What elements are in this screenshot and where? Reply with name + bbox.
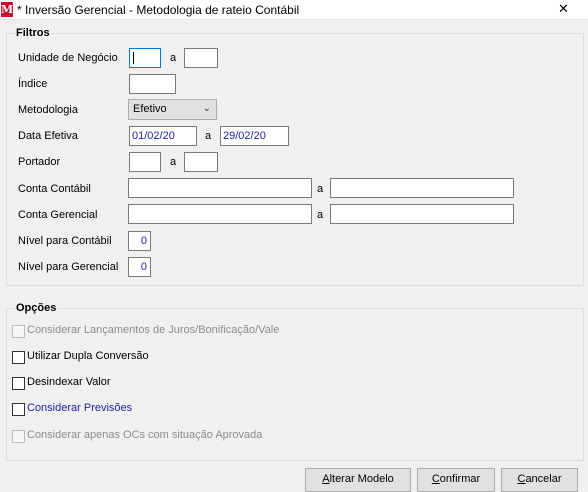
- portador-to-input[interactable]: [184, 152, 218, 172]
- unidade-negocio-from-input[interactable]: [129, 48, 161, 68]
- text-caret: [133, 52, 134, 64]
- conta-gerencial-to-input[interactable]: [330, 204, 514, 224]
- checkbox-box: [12, 403, 25, 416]
- portador-from-input[interactable]: [129, 152, 161, 172]
- portador-label: Portador: [18, 156, 61, 168]
- checkbox-box: [12, 325, 25, 338]
- conta-contabil-to-input[interactable]: [330, 178, 514, 198]
- confirmar-button[interactable]: Confirmar: [417, 468, 495, 492]
- nivel-contabil-label: Nível para Contábil: [18, 235, 112, 247]
- checkbox-box: [12, 351, 25, 364]
- filtros-group: Filtros: [6, 27, 584, 286]
- range-separator: a: [170, 156, 177, 168]
- checkbox-label: Considerar Previsões: [27, 402, 133, 414]
- data-efetiva-from-input[interactable]: 01/02/20: [129, 126, 197, 146]
- checkbox-label: Considerar apenas OCs com situação Aprov…: [27, 429, 263, 441]
- checkbox-label: Utilizar Dupla Conversão: [27, 350, 149, 362]
- range-separator: a: [205, 130, 212, 142]
- checkbox-box: [12, 430, 25, 443]
- nivel-gerencial-input[interactable]: 0: [128, 257, 151, 277]
- metodologia-select[interactable]: Efetivo ⌄: [128, 99, 217, 120]
- conta-contabil-label: Conta Contábil: [18, 183, 91, 195]
- conta-gerencial-label: Conta Gerencial: [18, 209, 98, 221]
- data-efetiva-to-input[interactable]: 29/02/20: [220, 126, 289, 146]
- range-separator: a: [317, 209, 324, 221]
- metodologia-selected-value: Efetivo: [133, 103, 167, 115]
- cancelar-button[interactable]: Cancelar: [501, 468, 578, 492]
- checkbox-label: Considerar Lançamentos de Juros/Bonifica…: [27, 324, 280, 336]
- filtros-title: Filtros: [15, 27, 51, 39]
- checkbox-box: [12, 377, 25, 390]
- window-title: * Inversão Gerencial - Metodologia de ra…: [17, 3, 300, 17]
- checkbox-label: Desindexar Valor: [27, 376, 111, 388]
- button-label: ancelar: [525, 473, 562, 485]
- close-icon[interactable]: ✕: [539, 0, 588, 19]
- button-mnemonic: A: [322, 473, 330, 485]
- opcoes-title: Opções: [15, 302, 58, 314]
- button-label: onfirmar: [439, 473, 481, 485]
- indice-label: Índice: [18, 78, 48, 90]
- unidade-negocio-label: Unidade de Negócio: [18, 52, 118, 64]
- title-bar: M * Inversão Gerencial - Metodologia de …: [0, 0, 588, 20]
- alterar-modelo-button[interactable]: Alterar Modelo: [305, 468, 411, 492]
- unidade-negocio-to-input[interactable]: [184, 48, 218, 68]
- nivel-contabil-input[interactable]: 0: [128, 231, 151, 251]
- app-logo-icon: M: [1, 2, 14, 17]
- metodologia-label: Metodologia: [18, 104, 78, 116]
- data-efetiva-label: Data Efetiva: [18, 130, 78, 142]
- range-separator: a: [170, 52, 177, 64]
- conta-gerencial-from-input[interactable]: [128, 204, 312, 224]
- indice-input[interactable]: [129, 74, 176, 94]
- chevron-down-icon: ⌄: [202, 103, 211, 114]
- button-label: lterar Modelo: [329, 473, 394, 485]
- range-separator: a: [317, 183, 324, 195]
- conta-contabil-from-input[interactable]: [128, 178, 312, 198]
- nivel-gerencial-label: Nível para Gerencial: [18, 261, 119, 273]
- button-mnemonic: C: [431, 473, 440, 485]
